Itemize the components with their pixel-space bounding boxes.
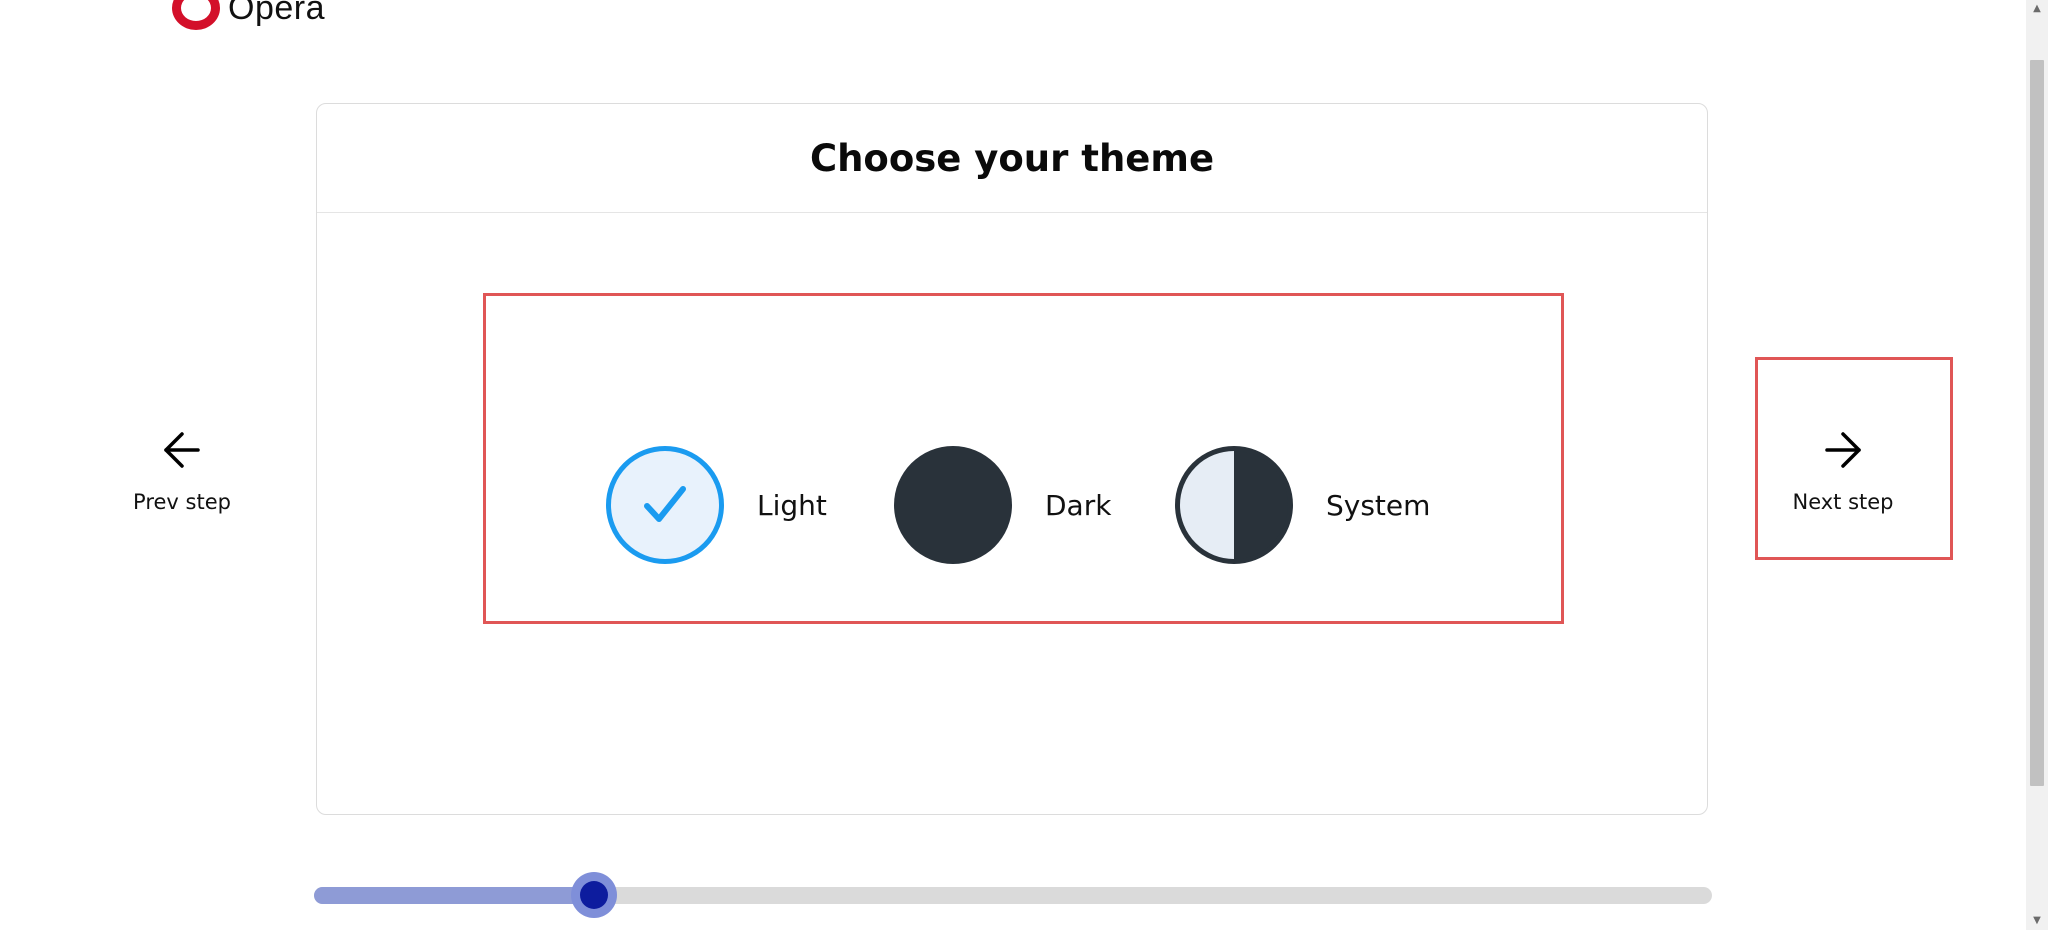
next-step-button[interactable]: Next step	[1788, 428, 1898, 514]
progress-slider-fill	[314, 887, 594, 904]
theme-options: Light Dark System	[483, 293, 1564, 624]
theme-option-system[interactable]: System	[1175, 446, 1430, 564]
theme-label-system: System	[1326, 488, 1431, 522]
scrollbar-thumb[interactable]	[2030, 60, 2044, 786]
theme-swatch-dark[interactable]	[894, 446, 1012, 564]
logo-text: Opera	[228, 0, 325, 27]
prev-step-button[interactable]: Prev step	[132, 428, 232, 514]
theme-swatch-system[interactable]	[1175, 446, 1293, 564]
theme-option-dark[interactable]: Dark	[894, 446, 1111, 564]
onboarding-page: Opera Choose your theme Light Dark Syste…	[0, 0, 2048, 930]
opera-logo: Opera	[172, 0, 325, 30]
card-header: Choose your theme	[317, 104, 1707, 213]
check-icon	[644, 486, 686, 522]
arrow-left-icon	[164, 432, 200, 468]
theme-label-light: Light	[757, 488, 827, 522]
page-title: Choose your theme	[809, 136, 1215, 180]
vertical-scrollbar[interactable]: ▲ ▼	[2026, 0, 2048, 930]
progress-slider[interactable]	[314, 872, 1712, 918]
scroll-down-icon[interactable]: ▼	[2026, 912, 2048, 930]
prev-step-label: Prev step	[133, 490, 231, 514]
theme-swatch-light[interactable]	[606, 446, 724, 564]
progress-slider-knob[interactable]	[580, 881, 608, 909]
progress-slider-handle[interactable]	[571, 872, 617, 918]
next-step-label: Next step	[1792, 490, 1894, 514]
arrow-right-icon	[1825, 432, 1861, 468]
theme-label-dark: Dark	[1045, 488, 1112, 522]
opera-logo-icon	[172, 0, 220, 30]
scroll-up-icon[interactable]: ▲	[2026, 0, 2048, 18]
theme-option-light[interactable]: Light	[606, 446, 827, 564]
